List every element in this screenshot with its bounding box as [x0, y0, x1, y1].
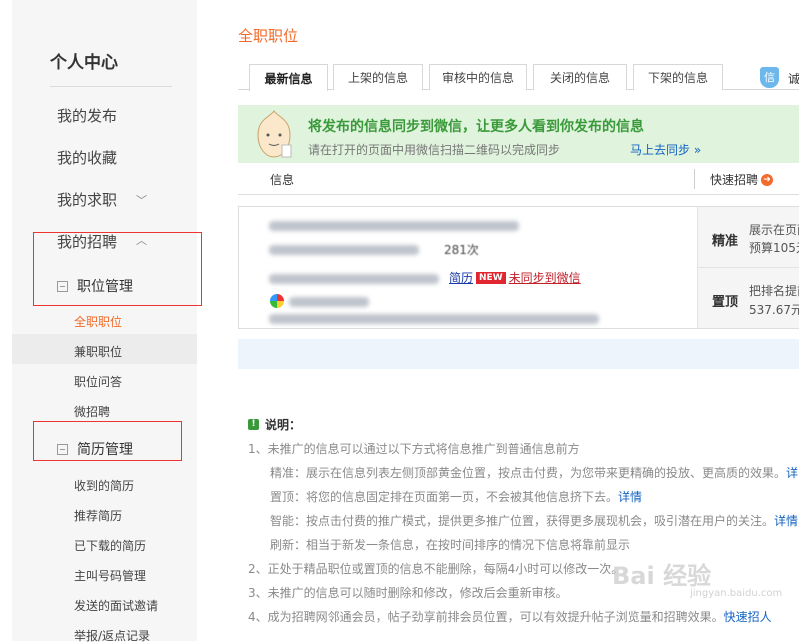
table-header: 信息 快速招聘 ➜ — [238, 163, 799, 195]
notes-title-text: 说明： — [265, 418, 302, 432]
tab-latest[interactable]: 最新信息 — [249, 64, 328, 91]
promo-desc: 把排名提前 — [749, 284, 799, 298]
detail-link[interactable]: 详情 — [618, 490, 642, 504]
info-icon: ! — [248, 419, 259, 430]
mascot-icon — [257, 110, 292, 158]
note-line: 刷新：相当于新发一条信息，在按时间排序的情况下信息将靠前显示 — [270, 538, 631, 552]
sidebar-sub-fulltime[interactable]: 全职职位 — [74, 313, 122, 330]
annotation-box — [33, 421, 182, 461]
column-header-info: 信息 — [270, 173, 295, 187]
note-line: 3、未推广的信息可以随时删除和修改，修改后会重新审核。 — [248, 586, 568, 600]
promo-price: 537.67元/ — [749, 303, 799, 317]
tab-closed[interactable]: 关闭的信息 — [533, 64, 627, 90]
divider — [694, 169, 695, 189]
note-line: 4、成为招聘网邻通会员，帖子劲享前排会员位置，可以有效提升帖子浏览量和招聘效果。… — [248, 610, 772, 624]
tab-delisted[interactable]: 下架的信息 — [633, 64, 723, 90]
banner-title: 将发布的信息同步到微信，让更多人看到你发布的信息 — [308, 119, 644, 135]
quick-recruit-header[interactable]: 快速招聘 ➜ — [710, 171, 774, 188]
sidebar-sub-job-qa[interactable]: 职位问答 — [74, 373, 122, 390]
notes-title: ! 说明： — [248, 416, 301, 433]
arrow-right-icon[interactable]: ➜ — [761, 173, 774, 186]
tab-listed[interactable]: 上架的信息 — [333, 64, 423, 90]
redacted-text — [289, 297, 369, 307]
credit-label[interactable]: 诚 — [788, 70, 799, 87]
watermark-url: jingyan.baidu.com — [690, 588, 783, 599]
sidebar-item-my-favorites[interactable]: 我的收藏 — [57, 147, 117, 168]
detail-link[interactable]: 详情 — [774, 514, 798, 528]
note-line: 智能：按点击付费的推广模式，提供更多推广位置，获得更多展现机会，吸引潜在用户的关… — [270, 514, 799, 528]
column-header-quick: 快速招聘 — [710, 173, 759, 187]
promo-label-top[interactable]: 置顶 — [712, 291, 738, 310]
divider — [50, 86, 172, 87]
view-count: 281次 — [444, 243, 479, 257]
sidebar-item-my-job-search[interactable]: 我的求职 — [57, 189, 117, 210]
page-title: 全职职位 — [238, 27, 299, 45]
redacted-title — [269, 221, 519, 231]
promo-desc: 展示在页面 — [749, 223, 799, 237]
note-line: 置顶：将您的信息固定排在页面第一页，不会被其他信息挤下去。详情 — [270, 490, 643, 504]
sidebar-sub-interview-invites[interactable]: 发送的面试邀请 — [74, 597, 158, 614]
chevron-down-icon[interactable]: ﹀ — [136, 192, 147, 208]
wechat-sync-banner: 将发布的信息同步到微信，让更多人看到你发布的信息 请在打开的页面中用微信扫描二维… — [238, 105, 799, 163]
redacted-text — [269, 314, 599, 324]
pagination-bar — [238, 339, 799, 369]
quick-hire-link[interactable]: 快速招人 — [724, 610, 772, 624]
pinwheel-icon — [270, 294, 284, 308]
sidebar-sub-received-resumes[interactable]: 收到的简历 — [74, 477, 134, 494]
sidebar-sub-recommended-resumes[interactable]: 推荐简历 — [74, 507, 122, 524]
sidebar-title: 个人中心 — [50, 53, 118, 73]
annotation-box — [33, 232, 202, 306]
redacted-text — [269, 245, 419, 255]
promo-label-precise[interactable]: 精准 — [712, 230, 738, 249]
promotion-panel: 精准 展示在页面 预算105元 置顶 把排名提前 537.67元/ — [697, 207, 799, 328]
baidu-watermark: Bai 经验 — [612, 562, 712, 590]
sidebar-sub-downloaded-resumes[interactable]: 已下载的简历 — [74, 537, 146, 554]
tab-under-review[interactable]: 审核中的信息 — [429, 64, 527, 90]
sidebar-sub-wechat-recruit[interactable]: 微招聘 — [74, 403, 110, 420]
resume-link[interactable]: 简历 — [449, 269, 473, 286]
note-line: 1、未推广的信息可以通过以下方式将信息推广到普通信息前方 — [248, 442, 580, 456]
new-badge: NEW — [476, 271, 506, 284]
sidebar-sub-parttime[interactable]: 兼职职位 — [74, 343, 122, 360]
job-listing-row: 281次 简历 NEW 未同步到微信 精准 展示在页面 预算105元 置顶 把排… — [238, 206, 799, 329]
credit-shield-icon[interactable]: 信 — [760, 67, 779, 88]
banner-subtitle: 请在打开的页面中用微信扫描二维码以完成同步 — [308, 143, 561, 157]
sidebar-sub-caller-number[interactable]: 主叫号码管理 — [74, 567, 146, 584]
divider — [698, 267, 799, 268]
listing-actions: 简历 NEW 未同步到微信 — [449, 269, 581, 286]
promo-budget: 预算105元 — [749, 241, 799, 255]
detail-link[interactable]: 详 — [786, 466, 798, 480]
wechat-sync-status-link[interactable]: 未同步到微信 — [509, 269, 581, 286]
sidebar-item-my-posts[interactable]: 我的发布 — [57, 105, 117, 126]
note-line: 精准：展示在信息列表左侧顶部黄金位置，按点击付费，为您带来更精确的投放、更高质的… — [270, 466, 799, 480]
note-line: 2、正处于精品职位或置顶的信息不能删除，每隔4小时可以修改一次。 — [248, 562, 624, 576]
sync-now-link[interactable]: 马上去同步 » — [630, 141, 701, 158]
redacted-text — [269, 274, 439, 284]
sidebar: 个人中心 我的发布 我的收藏 我的求职 ﹀ 我的招聘 ︿ 职位管理 全职职位 兼… — [12, 0, 197, 644]
sidebar-sub-report-rebate[interactable]: 举报/返点记录 — [74, 627, 150, 644]
